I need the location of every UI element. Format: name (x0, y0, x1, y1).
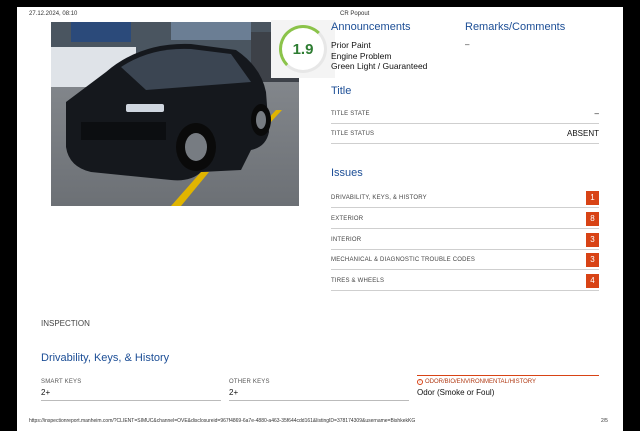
issue-row-tires[interactable]: TIRES & WHEELS 4 (331, 271, 599, 291)
issue-count-badge: 3 (586, 252, 599, 267)
issue-label: INTERIOR (331, 236, 362, 243)
issue-count-badge: 4 (586, 273, 599, 288)
title-status-label: TITLE STATUS (331, 130, 375, 137)
smart-keys-value: 2+ (41, 388, 51, 397)
drivability-section-title: Drivability, Keys, & History (41, 352, 170, 364)
announcements-list: Prior Paint Engine Problem Green Light /… (331, 40, 427, 72)
print-date: 27.12.2024, 08:10 (29, 11, 78, 17)
remarks-value: – (465, 40, 470, 49)
issue-count-badge: 3 (586, 232, 599, 247)
inspection-label: INSPECTION (41, 319, 90, 328)
vehicle-photo[interactable] (51, 22, 299, 206)
footer-url: https://inspectionreport.manheim.com/?CL… (29, 418, 416, 424)
title-status-row: TITLE STATUS ABSENT (331, 124, 599, 144)
report-page: 27.12.2024, 08:10 CR Popout 1.9 Announce… (17, 7, 623, 431)
footer-page-number: 2/5 (601, 418, 608, 424)
issue-label: MECHANICAL & DIAGNOSTIC TROUBLE CODES (331, 256, 476, 263)
title-section-heading: Title (331, 85, 352, 97)
issue-row-interior[interactable]: INTERIOR 3 (331, 230, 599, 250)
other-keys-label: OTHER KEYS (229, 379, 270, 385)
issue-count-badge: 8 (586, 211, 599, 226)
alert-icon: ! (417, 379, 423, 385)
issue-label: DRIVABILITY, KEYS, & HISTORY (331, 194, 427, 201)
issue-label: EXTERIOR (331, 215, 364, 222)
grade-gauge-icon: 1.9 (279, 25, 327, 73)
odor-label-row: ! ODOR/BIO/ENVIRONMENTAL/HISTORY (417, 379, 599, 385)
print-title: CR Popout (340, 11, 370, 17)
odor-value: Odor (Smoke or Foul) (417, 388, 495, 397)
title-state-row: TITLE STATE – (331, 104, 599, 124)
issue-row-drivability[interactable]: DRIVABILITY, KEYS, & HISTORY 1 (331, 188, 599, 208)
issue-label: TIRES & WHEELS (331, 277, 385, 284)
announcement-item: Engine Problem (331, 50, 392, 61)
condition-grade-badge: 1.9 (271, 20, 335, 78)
title-state-value: – (594, 109, 599, 118)
issue-row-mechanical[interactable]: MECHANICAL & DIAGNOSTIC TROUBLE CODES 3 (331, 250, 599, 270)
grade-value: 1.9 (292, 40, 314, 58)
title-state-label: TITLE STATE (331, 110, 370, 117)
vehicle-photo-image (51, 22, 299, 206)
other-keys-field: OTHER KEYS 2+ (229, 379, 409, 401)
odor-label: ODOR/BIO/ENVIRONMENTAL/HISTORY (425, 379, 537, 385)
announcement-item: Prior Paint (331, 40, 371, 50)
announcement-item: Green Light / Guaranteed (331, 61, 428, 71)
title-status-value: ABSENT (566, 129, 599, 138)
odor-field: ! ODOR/BIO/ENVIRONMENTAL/HISTORY Odor (S… (417, 375, 599, 403)
smart-keys-label: SMART KEYS (41, 379, 82, 385)
other-keys-value: 2+ (229, 388, 239, 397)
issue-count-badge: 1 (586, 190, 599, 205)
announcements-heading: Announcements (331, 21, 411, 33)
issue-row-exterior[interactable]: EXTERIOR 8 (331, 209, 599, 229)
issues-heading: Issues (331, 167, 363, 179)
smart-keys-field: SMART KEYS 2+ (41, 379, 221, 401)
remarks-heading: Remarks/Comments (465, 21, 566, 33)
